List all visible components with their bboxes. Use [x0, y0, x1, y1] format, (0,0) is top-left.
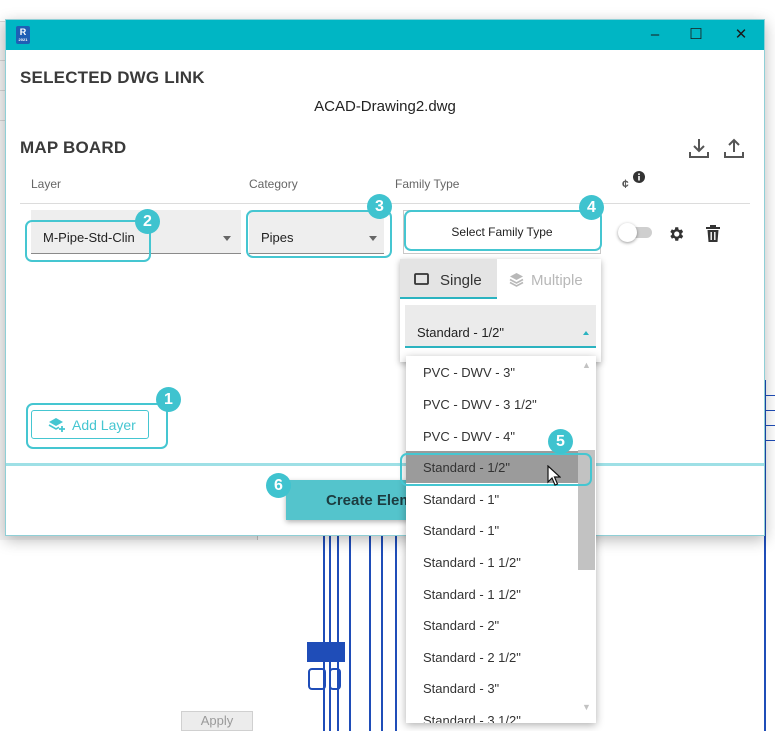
dropdown-option[interactable]: Standard - 1 1/2"	[406, 546, 578, 578]
callout-highlight-add-layer	[26, 403, 168, 449]
apply-button[interactable]: Apply	[181, 711, 253, 731]
chevron-down-icon	[223, 236, 231, 241]
callout-highlight-option	[400, 453, 592, 486]
download-icon[interactable]	[687, 136, 711, 160]
dropdown-option[interactable]: Standard - 1"	[406, 483, 578, 515]
scroll-up-icon[interactable]: ▲	[582, 360, 591, 370]
family-type-popover: Single Multiple Standard - 1/2"	[400, 259, 601, 362]
create-elements-label: Create Elem	[326, 492, 413, 509]
family-type-dropdown-list: PVC - DWV - 3" PVC - DWV - 3 1/2" PVC - …	[406, 356, 596, 723]
pipe-line	[337, 536, 339, 731]
pipe-line	[381, 536, 383, 731]
trash-icon[interactable]	[705, 225, 721, 243]
callout-highlight-category	[246, 210, 392, 258]
upload-icon[interactable]	[722, 136, 746, 160]
callout-badge-4: 4	[579, 195, 604, 220]
pipe-fitting	[307, 642, 345, 662]
tab-multiple[interactable]: Multiple	[497, 259, 601, 299]
close-button[interactable]: ✕	[728, 24, 754, 46]
column-header-centerline: ¢	[622, 177, 629, 191]
callout-highlight-layer	[25, 220, 151, 262]
tab-single[interactable]: Single	[400, 259, 497, 299]
dropdown-option[interactable]: Standard - 1"	[406, 514, 578, 546]
dropdown-option[interactable]: Standard - 2"	[406, 609, 578, 641]
mouse-cursor-icon	[547, 465, 561, 486]
toggle-knob[interactable]	[618, 223, 637, 242]
app-icon-version: 2021	[18, 37, 28, 42]
dropdown-option[interactable]: PVC - DWV - 3 1/2"	[406, 388, 578, 420]
minimize-button[interactable]: –	[642, 24, 668, 46]
scroll-down-icon[interactable]: ▼	[582, 702, 591, 712]
dwg-filename: ACAD-Drawing2.dwg	[314, 98, 456, 115]
pipe-line	[349, 536, 351, 731]
pipe-line	[323, 536, 325, 731]
pipe-line	[329, 536, 331, 731]
single-icon	[414, 273, 429, 285]
callout-highlight-family	[404, 210, 602, 251]
map-board-heading: MAP BOARD	[20, 138, 127, 157]
info-icon[interactable]	[633, 171, 645, 183]
tab-multiple-label: Multiple	[531, 272, 583, 289]
family-type-select[interactable]: Standard - 1/2"	[405, 305, 596, 348]
tab-single-label: Single	[440, 272, 482, 289]
dropdown-option[interactable]: PVC - DWV - 3"	[406, 356, 578, 388]
chevron-up-icon	[583, 331, 589, 335]
dropdown-option[interactable]: Standard - 3"	[406, 672, 578, 704]
pipe-line	[395, 536, 397, 731]
dialog-title-bar[interactable]: R 2021 – ☐ ✕	[6, 20, 764, 50]
multiple-icon	[509, 273, 524, 287]
callout-badge-5: 5	[548, 429, 573, 454]
pipe-fitting	[329, 668, 341, 690]
callout-badge-2: 2	[135, 209, 160, 234]
pipe-fitting	[308, 668, 326, 690]
selected-dwg-heading: SELECTED DWG LINK	[20, 68, 205, 87]
background-properties-area	[0, 540, 258, 731]
map-board-dialog: R 2021 – ☐ ✕ SELECTED DWG LINK ACAD-Draw…	[5, 19, 765, 536]
app-icon-letter: R	[19, 27, 27, 37]
callout-badge-1: 1	[156, 387, 181, 412]
column-header-family-type: Family Type	[395, 177, 460, 191]
dropdown-option[interactable]: Standard - 3 1/2"	[406, 704, 578, 723]
callout-badge-6: 6	[266, 473, 291, 498]
callout-badge-3: 3	[367, 194, 392, 219]
maximize-button[interactable]: ☐	[683, 24, 709, 46]
pipe-line	[369, 536, 371, 731]
gear-icon[interactable]	[667, 225, 685, 243]
dropdown-option[interactable]: Standard - 1 1/2"	[406, 578, 578, 610]
revit-app-icon: R 2021	[16, 26, 30, 44]
column-header-layer: Layer	[31, 177, 62, 191]
dropdown-option[interactable]: Standard - 2 1/2"	[406, 641, 578, 673]
column-header-category: Category	[249, 177, 298, 191]
family-type-select-value: Standard - 1/2"	[417, 325, 505, 340]
footer-divider	[6, 463, 764, 466]
